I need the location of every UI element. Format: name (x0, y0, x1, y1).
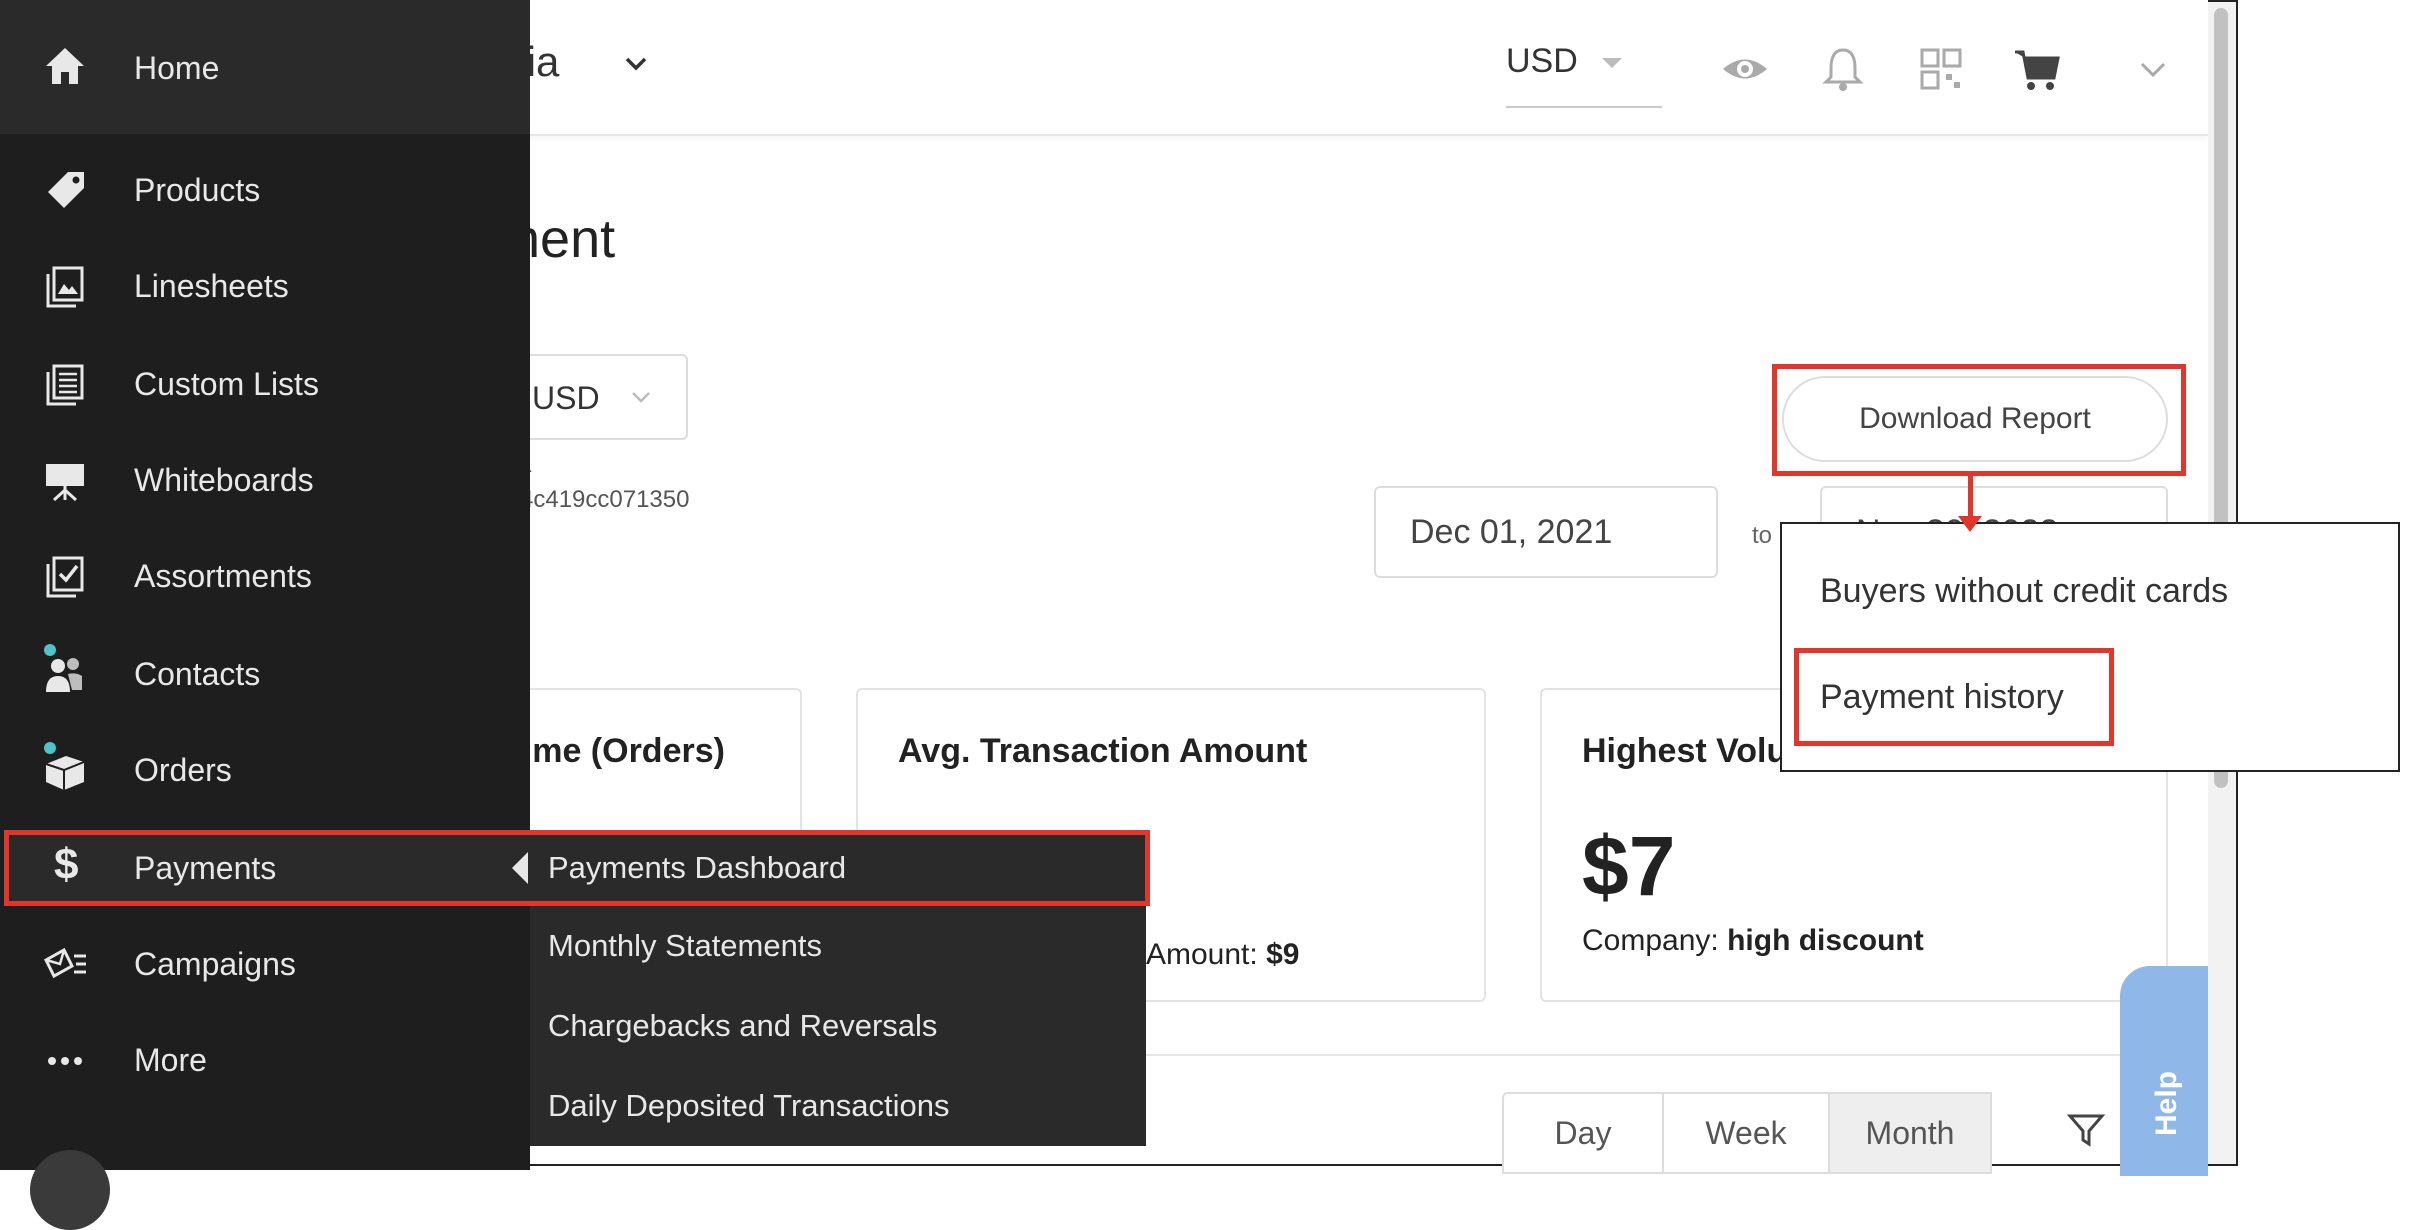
chevron-down-icon[interactable] (2128, 44, 2178, 94)
currency-dropdown-value: USD (532, 380, 600, 416)
sidebar-item-label: Custom Lists (134, 366, 319, 402)
sidebar-item-label: Products (134, 172, 261, 208)
card-title: lume (Orders) (502, 732, 725, 770)
sidebar-item-label: Contacts (134, 656, 261, 692)
highlight-box (4, 830, 1150, 906)
highlight-box (1772, 364, 2186, 476)
tag-icon (48, 172, 84, 208)
submenu-item-daily-deposited-transactions[interactable]: Daily Deposited Transactions (548, 1088, 949, 1124)
card-title: Avg. Transaction Amount (898, 732, 1308, 770)
sidebar-item-linesheets[interactable]: Linesheets (0, 246, 530, 326)
orders-icon (45, 756, 85, 790)
card-value: $7 (1582, 819, 1676, 913)
currency-value: USD (1506, 42, 1578, 80)
card-sub-label: Amount: (1146, 938, 1267, 971)
notification-dot (44, 742, 56, 754)
submenu-item-monthly-statements[interactable]: Monthly Statements (548, 928, 822, 964)
whiteboard-icon (46, 464, 84, 502)
bell-icon[interactable] (1818, 44, 1868, 94)
assortments-icon (46, 556, 84, 598)
chevron-down-icon (632, 392, 650, 403)
account-id-line: 4c419cc071350 (520, 486, 690, 513)
sidebar-item-label: Home (134, 50, 220, 86)
filter-icon[interactable] (2066, 1110, 2106, 1150)
card-sub-label: Company: (1582, 924, 1728, 957)
home-icon (46, 48, 84, 84)
sidebar-item-assortments[interactable]: Assortments (0, 536, 530, 616)
contacts-icon (46, 658, 82, 692)
caret-down-icon (1602, 58, 1622, 68)
sidebar-item-label: Orders (134, 752, 232, 788)
cart-icon[interactable] (2012, 44, 2062, 94)
card-subtext: Amount: $9 (1146, 938, 1299, 972)
chevron-down-icon[interactable] (622, 50, 650, 78)
sidebar-item-contacts[interactable]: Contacts (0, 634, 530, 714)
card-sub-value: $9 (1266, 938, 1300, 971)
date-from-input[interactable]: Dec 01, 2021 (1374, 486, 1718, 578)
list-icon (46, 364, 84, 406)
arrow-head-icon (1958, 516, 1982, 532)
sidebar-item-label: Whiteboards (134, 462, 314, 498)
more-icon (48, 1057, 82, 1065)
sidebar-item-label: Linesheets (134, 268, 289, 304)
highlight-box (1794, 648, 2114, 746)
sidebar-item-label: More (134, 1042, 207, 1078)
qr-code-icon[interactable] (1916, 44, 1966, 94)
sidebar-item-campaigns[interactable]: Campaigns (0, 924, 530, 1004)
tab-day[interactable]: Day (1502, 1092, 1664, 1174)
card-subtext: Company: high discount (1582, 924, 1924, 958)
card-sub-value: high discount (1727, 924, 1924, 957)
submenu-item-chargebacks-reversals[interactable]: Chargebacks and Reversals (548, 1008, 937, 1044)
date-to-label: to (1752, 522, 1773, 549)
sidebar-item-home[interactable]: Home (0, 0, 530, 134)
help-tab[interactable]: Help (2120, 966, 2208, 1176)
sidebar-item-whiteboards[interactable]: Whiteboards (0, 440, 530, 520)
notification-dot (44, 644, 56, 656)
help-label: Help (2150, 1070, 2183, 1136)
sidebar-item-custom-lists[interactable]: Custom Lists (0, 344, 530, 424)
linesheets-icon (46, 266, 84, 308)
tab-month[interactable]: Month (1828, 1092, 1992, 1174)
avatar[interactable] (30, 1150, 110, 1230)
card-title: Highest Volu (1582, 732, 1788, 770)
sidebar-item-label: Assortments (134, 558, 312, 594)
sidebar-item-more[interactable]: More (0, 1020, 530, 1100)
sidebar-item-orders[interactable]: Orders (0, 730, 530, 810)
eye-icon[interactable] (1720, 44, 1770, 94)
menu-item-buyers-without-credit-cards[interactable]: Buyers without credit cards (1820, 572, 2228, 611)
tab-week[interactable]: Week (1662, 1092, 1830, 1174)
arrow-connector (1968, 476, 1973, 520)
sidebar-item-label: Campaigns (134, 946, 296, 982)
campaigns-icon (44, 947, 86, 979)
currency-select[interactable]: USD (1506, 36, 1662, 108)
sidebar-item-products[interactable]: Products (0, 150, 530, 230)
